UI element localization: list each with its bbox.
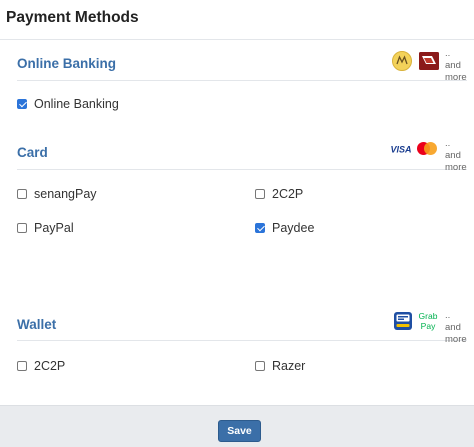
svg-text:Pay: Pay [421, 321, 436, 331]
section-title-card: Card [17, 145, 48, 160]
checkbox-paydee[interactable] [255, 223, 265, 233]
option-paypal[interactable]: PayPal [17, 221, 74, 235]
footer-bar: Save [0, 405, 474, 447]
option-label-senangpay: senangPay [34, 187, 97, 201]
more-text-online-banking: .. and more [445, 48, 467, 83]
option-label-paydee: Paydee [272, 221, 315, 235]
option-label-2c2p-wallet: 2C2P [34, 359, 66, 373]
visa-logo: VISA [390, 145, 411, 155]
maybank-logo [392, 51, 412, 71]
option-2c2p-wallet[interactable]: 2C2P [17, 359, 65, 373]
option-2c2p-card[interactable]: 2C2P [255, 187, 303, 201]
svg-text:Grab: Grab [419, 311, 438, 321]
save-button[interactable]: Save [218, 420, 261, 442]
svg-text:VISA: VISA [390, 145, 411, 155]
option-senangpay[interactable]: senangPay [17, 187, 97, 201]
option-online-banking[interactable]: Online Banking [17, 97, 119, 111]
cimb-logo [419, 52, 439, 70]
section-online-banking-header: Online Banking .. and more [17, 48, 467, 83]
option-label-razer: Razer [272, 359, 306, 373]
section-card-header: Card VISA .. and more [17, 138, 467, 173]
page-title: Payment Methods [6, 9, 139, 26]
option-label-paypal: PayPal [34, 221, 74, 235]
checkbox-online-banking[interactable] [17, 99, 27, 109]
more-text-wallet: .. and more [445, 310, 467, 345]
section-wallet-header: Wallet Grab Pay .. and more [17, 310, 467, 345]
option-razer[interactable]: Razer [255, 359, 305, 373]
section-title-wallet: Wallet [17, 317, 57, 332]
checkbox-paypal[interactable] [17, 223, 27, 233]
section-title-online-banking: Online Banking [17, 56, 117, 71]
touch-n-go-logo [394, 312, 412, 330]
checkbox-2c2p-wallet[interactable] [17, 361, 27, 371]
more-text-card: .. and more [445, 138, 467, 173]
mastercard-logo [417, 142, 437, 155]
checkbox-senangpay[interactable] [17, 189, 27, 199]
option-paydee[interactable]: Paydee [255, 221, 314, 235]
header: Payment Methods [0, 0, 474, 40]
option-label-online-banking: Online Banking [34, 97, 119, 111]
checkbox-razer[interactable] [255, 361, 265, 371]
grabpay-logo: Grab Pay [419, 311, 438, 331]
option-label-2c2p-card: 2C2P [272, 187, 304, 201]
checkbox-2c2p-card[interactable] [255, 189, 265, 199]
